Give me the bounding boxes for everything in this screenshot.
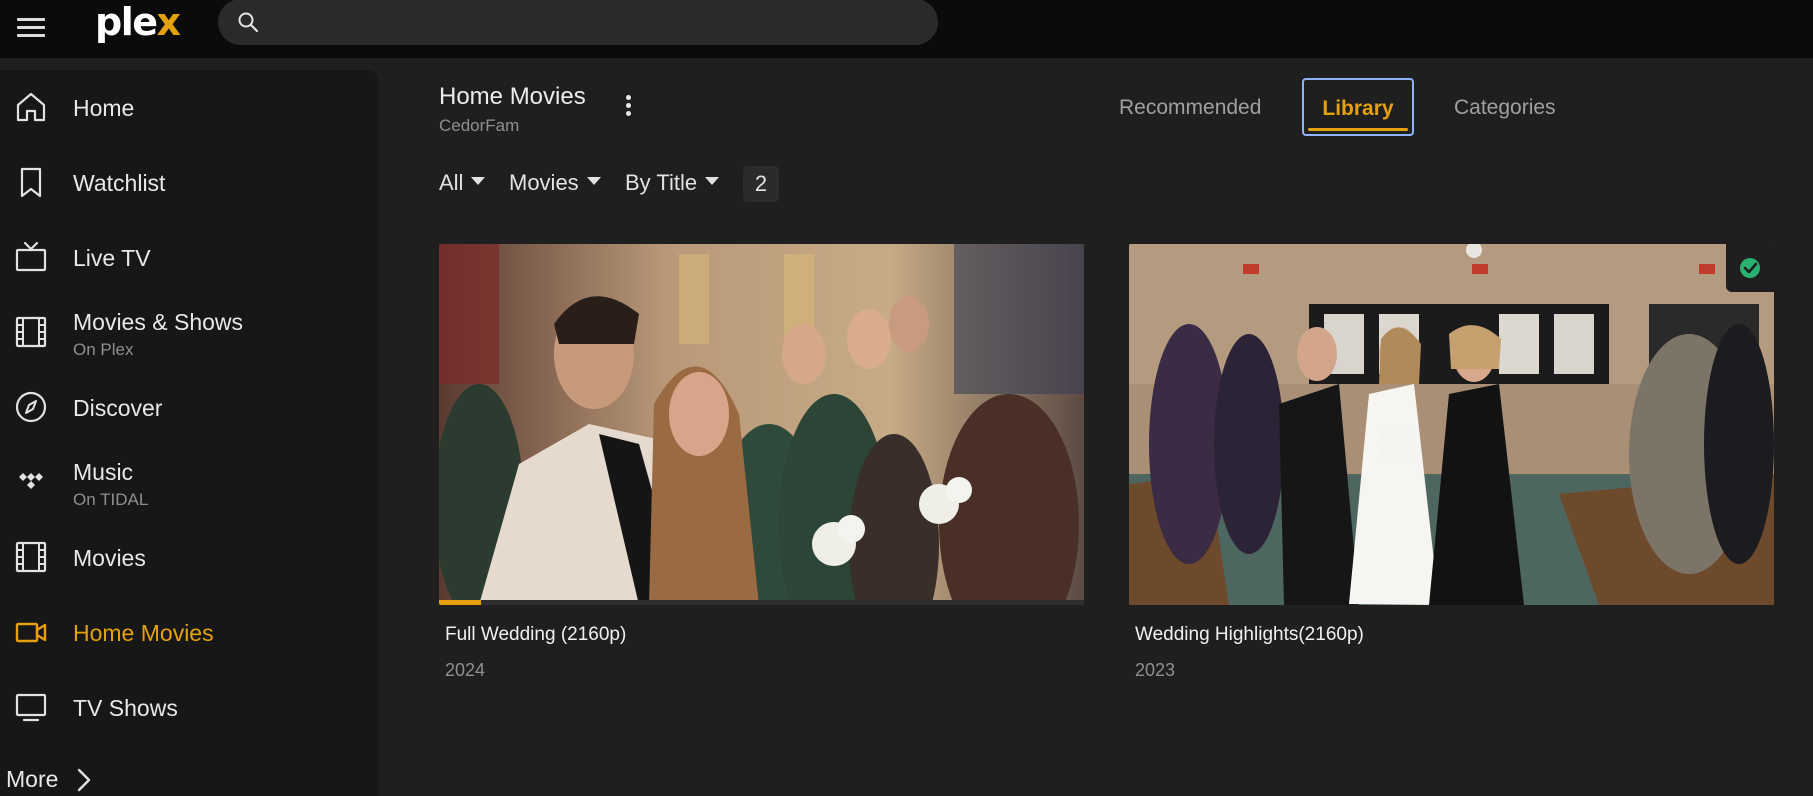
media-card[interactable]: Full Wedding (2160p) 2024 (439, 244, 1084, 680)
progress-track (439, 600, 1084, 605)
monitor-icon (15, 693, 47, 722)
hamburger-menu-icon[interactable] (13, 10, 49, 46)
sidebar-item-sublabel: On TIDAL (73, 490, 149, 509)
search-input[interactable] (270, 5, 910, 39)
sidebar-item-label: Home (73, 95, 135, 121)
sidebar-item-watchlist[interactable]: Watchlist (0, 148, 378, 218)
sidebar-item-music[interactable]: Music On TIDAL (0, 448, 378, 518)
media-year: 2023 (1135, 660, 1176, 680)
home-icon (16, 92, 46, 122)
chevron-right-icon (77, 768, 91, 792)
sidebar-item-label: Home Movies (73, 620, 214, 646)
film-icon (15, 316, 47, 348)
sidebar-item-label: Discover (73, 395, 163, 421)
sidebar-item-tv-shows[interactable]: TV Shows (0, 673, 378, 743)
sidebar-item-home[interactable]: Home (0, 73, 378, 143)
filter-type-label: Movies (509, 170, 579, 195)
sidebar-more-button[interactable]: More (6, 766, 91, 793)
sidebar-item-sublabel: On Plex (73, 340, 134, 359)
sidebar-item-label: Music (73, 459, 134, 485)
tab-library-label: Library (1322, 97, 1394, 120)
tab-categories[interactable]: Categories (1454, 96, 1556, 120)
poster-image[interactable] (1129, 244, 1774, 605)
item-count-badge: 2 (743, 166, 779, 202)
media-title[interactable]: Full Wedding (2160p) (445, 624, 626, 646)
compass-icon (15, 391, 47, 423)
top-bar: plex (0, 0, 1813, 58)
filter-type-dropdown[interactable]: Movies (509, 170, 601, 196)
tab-library[interactable]: Library (1302, 78, 1414, 136)
bookmark-icon (20, 167, 42, 198)
caret-down-icon (705, 177, 720, 186)
search-icon (238, 12, 259, 33)
tv-icon (15, 241, 47, 272)
poster-image[interactable] (439, 244, 1084, 605)
media-title[interactable]: Wedding Highlights(2160p) (1135, 624, 1364, 646)
active-tab-underline (1308, 128, 1408, 131)
tab-recommended[interactable]: Recommended (1119, 96, 1261, 120)
sidebar-item-label: Watchlist (73, 170, 166, 196)
sort-dropdown[interactable]: By Title (625, 170, 720, 196)
sidebar-item-label: TV Shows (73, 695, 178, 721)
watched-badge (1726, 244, 1774, 292)
tidal-icon (19, 473, 43, 489)
filter-all-dropdown[interactable]: All (439, 170, 486, 196)
sidebar-item-home-movies[interactable]: Home Movies (0, 598, 378, 668)
caret-down-icon (471, 177, 486, 186)
progress-bar (439, 600, 481, 605)
library-server: CedorFam (439, 116, 520, 135)
search-bar[interactable] (218, 0, 938, 45)
sort-label: By Title (625, 170, 698, 195)
sidebar-item-label: Live TV (73, 245, 151, 271)
media-card[interactable]: Wedding Highlights(2160p) 2023 (1129, 244, 1774, 680)
more-options-icon[interactable] (614, 92, 642, 120)
sidebar-item-movies[interactable]: Movies (0, 523, 378, 593)
sidebar-item-label: Movies (73, 545, 146, 571)
checkmark-icon (1740, 258, 1760, 278)
media-year: 2024 (445, 660, 486, 680)
film-icon (15, 541, 47, 573)
plex-logo[interactable]: plex (95, 2, 181, 42)
more-label: More (6, 766, 59, 792)
sidebar-item-label: Movies & Shows (73, 309, 244, 335)
sidebar-item-movies-shows[interactable]: Movies & Shows On Plex (0, 298, 378, 368)
caret-down-icon (586, 177, 601, 186)
video-camera-icon (15, 622, 47, 643)
library-title: Home Movies (439, 83, 586, 110)
sidebar-item-live-tv[interactable]: Live TV (0, 223, 378, 293)
sidebar-item-discover[interactable]: Discover (0, 373, 378, 443)
filter-all-label: All (439, 170, 464, 195)
